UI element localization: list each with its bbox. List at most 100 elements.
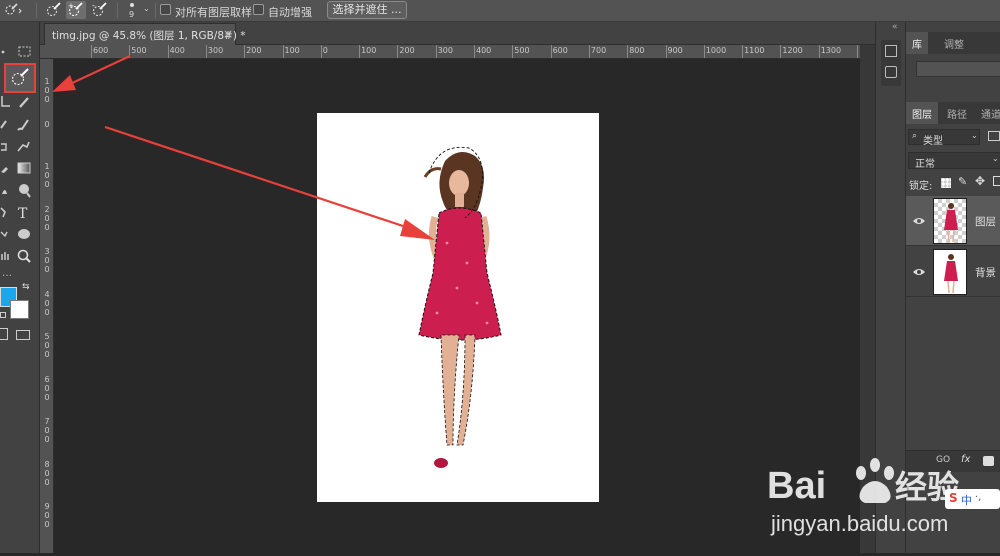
sogou-icon: S xyxy=(949,491,958,505)
ruler-label: 400 xyxy=(476,46,492,55)
properties-icon[interactable] xyxy=(885,66,897,78)
default-colors-icon[interactable] xyxy=(0,312,6,318)
collapse-panels-icon[interactable]: « xyxy=(892,22,898,32)
ruler-tick xyxy=(359,45,361,58)
ruler-label: 1300 xyxy=(820,46,842,55)
background-color-swatch[interactable] xyxy=(10,300,29,319)
blend-mode-select[interactable]: 正常 ⌄ xyxy=(908,152,1000,170)
tab-libraries[interactable]: 库 xyxy=(906,32,928,54)
ruler-label: 100 xyxy=(361,46,377,55)
punctuation-icon: ·, xyxy=(975,492,982,503)
lock-artboard-icon[interactable] xyxy=(993,176,1000,186)
history-icon[interactable] xyxy=(885,45,897,57)
layer-thumbnail xyxy=(933,249,967,295)
select-and-mask-button[interactable]: 选择并遮住 ... xyxy=(327,1,407,19)
move-tool-icon[interactable] xyxy=(0,42,36,62)
ruler-tick xyxy=(129,45,131,58)
library-dropdown[interactable] xyxy=(916,61,1000,77)
subtract-from-selection-brush-icon[interactable]: - xyxy=(90,1,110,19)
ime-status-bar[interactable]: S 中 ·, xyxy=(945,489,1000,509)
separator xyxy=(155,3,156,18)
ruler-label: 3 0 0 xyxy=(44,247,50,274)
crop-tool-icon[interactable] xyxy=(0,92,36,112)
close-icon[interactable]: × xyxy=(223,27,233,41)
separator xyxy=(36,3,37,18)
tab-channels[interactable]: 通道 xyxy=(975,102,1000,124)
blend-mode-value: 正常 xyxy=(915,159,935,170)
layer-name: 背景 xyxy=(975,267,996,279)
eye-icon[interactable] xyxy=(912,214,926,228)
ruler-label: 1200 xyxy=(782,46,803,55)
options-bar: + - 9 ⌄ 对所有图层取样 自动增强 选择并遮住 ... xyxy=(0,0,1000,22)
ruler-label: 5 0 0 xyxy=(44,332,50,359)
ruler-label: 0 xyxy=(44,119,50,129)
new-selection-brush-icon[interactable] xyxy=(44,1,64,19)
sample-all-layers-checkbox[interactable] xyxy=(160,4,171,15)
document-tab[interactable]: timg.jpg @ 45.8% (图层 1, RGB/8#) * × xyxy=(44,23,246,45)
ruler-label: 600 xyxy=(552,46,568,55)
auto-enhance-checkbox[interactable] xyxy=(253,4,264,15)
ime-mode: 中 xyxy=(961,494,972,507)
screen-mode-icon[interactable] xyxy=(16,330,30,340)
ruler-tick xyxy=(665,45,667,58)
more-tools-icon[interactable]: … xyxy=(2,268,12,279)
eraser-gradient-tool-icon[interactable] xyxy=(0,158,36,178)
document-image[interactable] xyxy=(317,113,599,502)
eye-icon[interactable] xyxy=(912,265,926,279)
watermark-url: jingyan.baidu.com xyxy=(770,511,948,536)
quick-mask-icon[interactable] xyxy=(0,328,8,340)
lock-pixels-icon[interactable]: ✎ xyxy=(958,175,967,188)
add-to-selection-brush-icon[interactable]: + xyxy=(66,1,86,19)
image-filter-icon[interactable] xyxy=(988,131,1000,141)
library-tabs: 库 调整 xyxy=(906,32,1000,54)
ruler-label: 6 0 0 xyxy=(44,374,50,402)
ruler-label: 700 xyxy=(590,46,607,55)
pen-type-tool-icon[interactable]: T xyxy=(0,202,36,222)
tab-layers[interactable]: 图层 xyxy=(906,102,938,124)
ruler-label: 300 xyxy=(437,46,453,55)
ruler-label: 500 xyxy=(514,46,530,55)
canvas-area[interactable] xyxy=(55,59,860,553)
ruler-tick xyxy=(742,45,744,58)
layer-filter-select[interactable]: ⌕ 类型 ⌄ xyxy=(908,129,980,147)
lock-transparency-icon[interactable] xyxy=(941,178,951,188)
tab-adjustments[interactable]: 调整 xyxy=(938,32,970,54)
ruler-tick xyxy=(244,45,246,58)
ruler-tick xyxy=(818,45,820,58)
brush-size-picker[interactable]: 9 ⌄ xyxy=(125,1,151,21)
tab-paths[interactable]: 路径 xyxy=(941,102,973,124)
tools-panel: T … ⇆ xyxy=(0,22,40,553)
toolbar-grip xyxy=(0,24,40,28)
layer-row[interactable]: 背景 xyxy=(906,247,1000,297)
vertical-ruler: 1 0 0 0 1 0 0 2 0 0 3 0 0 4 0 0 5 0 0 6 0 0 7 0 … xyxy=(40,59,54,553)
ruler-tick xyxy=(550,45,552,58)
ruler-label: 9 0 0 xyxy=(44,502,50,529)
document-tab-bar: timg.jpg @ 45.8% (图层 1, RGB/8#) * × xyxy=(40,22,875,45)
model-photo xyxy=(418,146,502,468)
swap-colors-icon[interactable]: ⇆ xyxy=(22,282,30,292)
ruler-tick xyxy=(512,45,514,58)
path-shape-tool-icon[interactable] xyxy=(0,224,36,244)
ruler-label: 200 xyxy=(246,46,262,55)
blur-dodge-tool-icon[interactable] xyxy=(0,180,36,200)
ruler-tick xyxy=(780,45,782,58)
layer-thumbnail xyxy=(933,198,967,244)
ruler-tick xyxy=(474,45,475,58)
quick-selection-tool-highlight[interactable] xyxy=(4,63,36,93)
hand-zoom-tool-icon[interactable] xyxy=(0,246,36,266)
ruler-label: 1100 xyxy=(744,46,765,55)
layer-row[interactable]: 图层 1 xyxy=(906,196,1000,246)
healing-brush-tool-icon[interactable] xyxy=(0,114,36,134)
lock-position-icon[interactable]: ✥ xyxy=(975,174,985,188)
layer-panel-tabs: 图层 路径 通道 xyxy=(906,102,1000,124)
ruler-label: 800 xyxy=(629,46,645,55)
dock-buttons xyxy=(881,40,901,86)
ruler-label: 1 0 0 xyxy=(44,162,50,189)
ruler-label: 4 0 0 xyxy=(44,289,50,317)
ruler-label: 600 xyxy=(93,46,109,55)
ruler-label: 0 xyxy=(322,46,328,55)
clone-stamp-tool-icon[interactable] xyxy=(0,136,36,156)
ruler-label: 500 xyxy=(131,46,147,55)
quick-selection-preset-icon[interactable] xyxy=(2,1,22,19)
ruler-label: 300 xyxy=(207,46,224,55)
